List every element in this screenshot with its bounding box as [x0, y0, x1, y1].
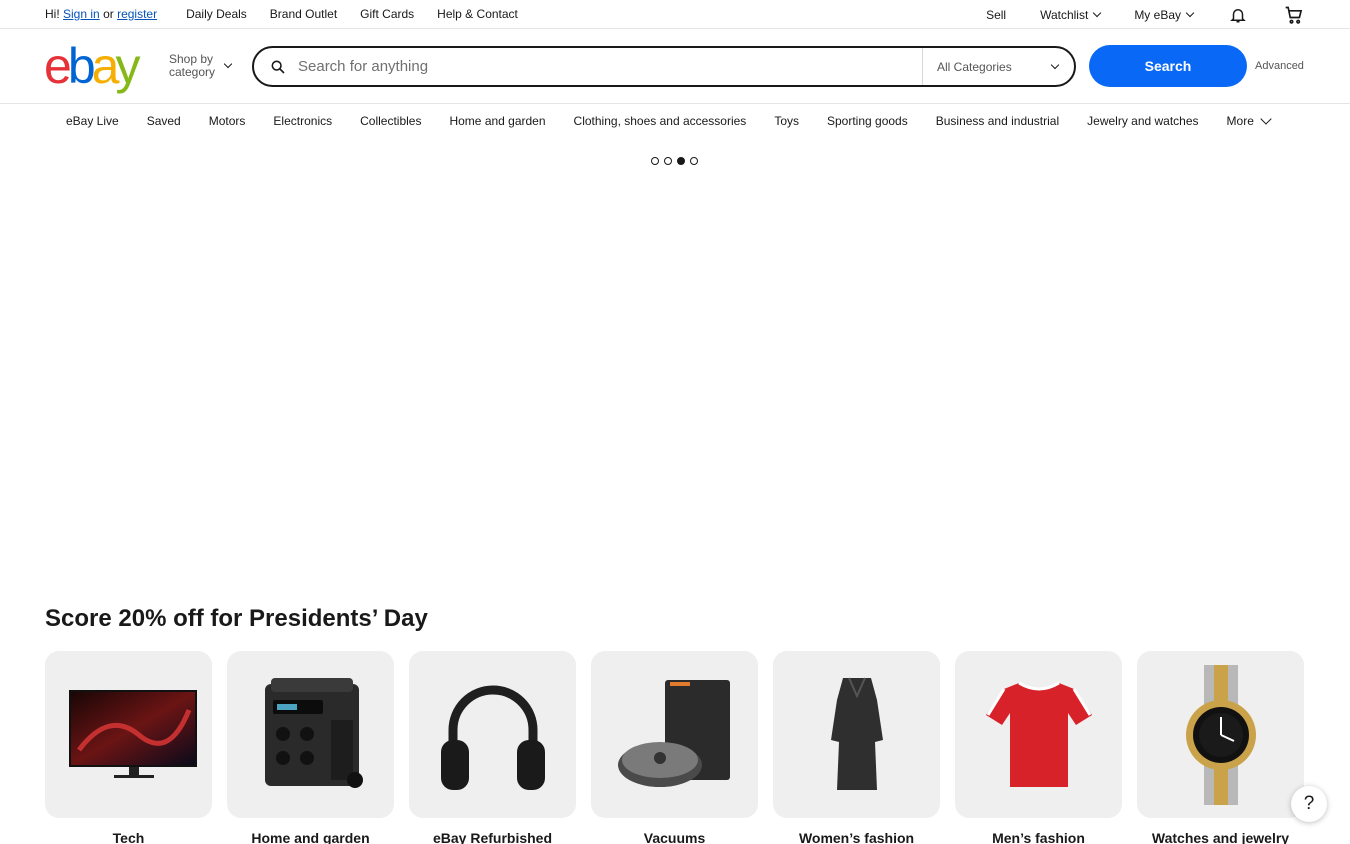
logo-letter: e	[44, 38, 72, 94]
carousel-pagination	[651, 157, 703, 165]
top-utility-bar: Hi! Sign in or register Daily Deals Bran…	[0, 0, 1350, 29]
category-nav: eBay Live Saved Motors Electronics Colle…	[0, 104, 1350, 138]
logo-letter: a	[91, 38, 120, 94]
tile-label: Tech	[112, 830, 145, 844]
search-bar: All Categories	[252, 46, 1076, 87]
tile-label: Vacuums	[643, 830, 706, 844]
tile-label: eBay Refurbished	[432, 830, 553, 844]
nav-item-jewelry[interactable]: Jewelry and watches	[1087, 114, 1198, 128]
chevron-down-icon	[1185, 8, 1195, 18]
nav-item-saved[interactable]: Saved	[147, 114, 181, 128]
logo-letter: b	[67, 38, 96, 94]
notification-bell-icon[interactable]	[1227, 4, 1249, 26]
nav-item-more[interactable]: More	[1226, 112, 1272, 128]
my-ebay-menu[interactable]: My eBay	[1134, 7, 1195, 22]
cart-icon[interactable]	[1283, 4, 1305, 26]
sign-in-link[interactable]: Sign in	[63, 7, 100, 21]
help-button[interactable]: ?	[1291, 786, 1327, 822]
power-station-icon	[227, 651, 394, 818]
logo-letter: y	[115, 38, 140, 94]
nav-item-motors[interactable]: Motors	[209, 114, 246, 128]
chevron-down-icon	[1260, 112, 1272, 125]
or-text: or	[103, 7, 114, 21]
watch-icon	[1137, 651, 1304, 818]
tile-label: Men’s fashion	[992, 830, 1085, 844]
category-select-value: All Categories	[937, 59, 1012, 74]
carousel-dot-active[interactable]	[677, 157, 685, 165]
nav-item-home-garden[interactable]: Home and garden	[449, 114, 545, 128]
header: ebay Shop by category All Categories Sea…	[0, 29, 1350, 104]
promo-tile-refurbished[interactable]: eBay Refurbished	[409, 651, 576, 844]
promo-tile-vacuums[interactable]: Vacuums	[591, 651, 758, 844]
nav-item-business[interactable]: Business and industrial	[936, 114, 1059, 128]
promo-tile-tech[interactable]: Tech	[45, 651, 212, 844]
my-ebay-label: My eBay	[1134, 7, 1181, 22]
nav-item-toys[interactable]: Toys	[774, 114, 799, 128]
nav-item-electronics[interactable]: Electronics	[273, 114, 332, 128]
chevron-down-icon	[223, 59, 233, 69]
promo-tiles: Tech Home and garden eBay Refurbished Va…	[45, 651, 1319, 844]
tile-label: Home and garden	[251, 830, 370, 844]
promo-tile-mens-fashion[interactable]: Men’s fashion	[955, 651, 1122, 844]
search-icon	[258, 48, 298, 85]
greeting-text: Hi!	[45, 7, 60, 21]
register-link[interactable]: register	[117, 7, 157, 21]
tv-icon	[45, 651, 212, 818]
gift-cards-link[interactable]: Gift Cards	[360, 7, 414, 21]
greeting: Hi! Sign in or register	[45, 7, 157, 21]
search-button[interactable]: Search	[1089, 45, 1247, 87]
more-label: More	[1226, 114, 1254, 128]
search-input[interactable]	[298, 48, 922, 85]
tile-label: Women’s fashion	[798, 830, 915, 844]
promo-tile-watches[interactable]: Watches and jewelry	[1137, 651, 1304, 844]
promo-tile-home-garden[interactable]: Home and garden	[227, 651, 394, 844]
nav-item-ebay-live[interactable]: eBay Live	[66, 114, 119, 128]
brand-outlet-link[interactable]: Brand Outlet	[270, 7, 337, 21]
dress-icon	[773, 651, 940, 818]
nav-item-collectibles[interactable]: Collectibles	[360, 114, 421, 128]
chevron-down-icon	[1093, 8, 1102, 18]
ebay-logo[interactable]: ebay	[44, 38, 140, 94]
headphones-icon	[409, 651, 576, 818]
sell-link[interactable]: Sell	[986, 8, 1006, 22]
chevron-down-icon	[1050, 60, 1060, 70]
advanced-search-link[interactable]: Advanced	[1255, 60, 1304, 72]
tshirt-icon	[955, 651, 1122, 818]
promo-title: Score 20% off for Presidents’ Day	[45, 605, 428, 632]
daily-deals-link[interactable]: Daily Deals	[186, 7, 247, 21]
tile-label: Watches and jewelry	[1151, 830, 1290, 844]
carousel-dot[interactable]	[664, 157, 672, 165]
nav-item-clothing[interactable]: Clothing, shoes and accessories	[574, 114, 747, 128]
shop-by-category-button[interactable]: Shop by category	[169, 53, 233, 79]
promo-tile-womens-fashion[interactable]: Women’s fashion	[773, 651, 940, 844]
help-contact-link[interactable]: Help & Contact	[437, 7, 518, 21]
robot-vacuum-icon	[591, 651, 758, 818]
carousel-dot[interactable]	[651, 157, 659, 165]
nav-item-sporting-goods[interactable]: Sporting goods	[827, 114, 908, 128]
category-label: category	[169, 65, 216, 79]
carousel-dot[interactable]	[690, 157, 698, 165]
category-select[interactable]: All Categories	[922, 48, 1074, 85]
watchlist-label: Watchlist	[1040, 7, 1089, 22]
watchlist-menu[interactable]: Watchlist	[1040, 7, 1102, 22]
